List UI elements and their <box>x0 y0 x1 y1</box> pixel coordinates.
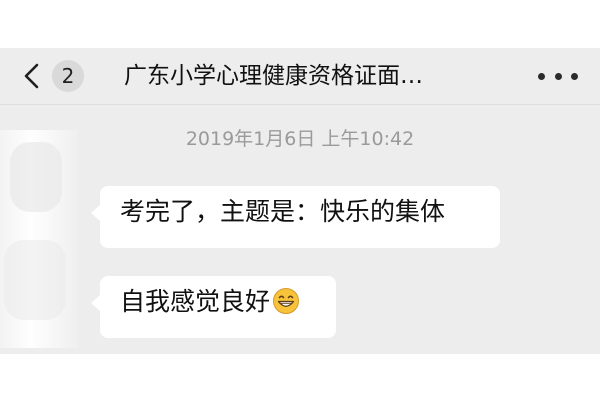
avatar-blur <box>10 142 62 212</box>
unread-count-badge: 2 <box>52 60 84 92</box>
more-options-button[interactable] <box>538 62 578 90</box>
more-dots-icon <box>538 72 545 80</box>
message-bubble[interactable]: 考完了，主题是：快乐的集体 <box>91 186 500 248</box>
more-dots-icon <box>554 72 562 80</box>
message-bubble[interactable]: 自我感觉良好 <box>91 276 336 338</box>
chat-screen: 2 广东小学心理健康资格证面… 2019年1月6日 上午10:42 考完了，主题… <box>0 0 600 400</box>
message-text: 考完了，主题是：快乐的集体 <box>120 197 446 226</box>
message-text: 自我感觉良好 <box>120 287 271 316</box>
chat-title: 广东小学心理健康资格证面… <box>124 63 423 89</box>
message-timestamp: 2019年1月6日 上午10:42 <box>185 128 415 150</box>
chat-nav-bar: 2 广东小学心理健康资格证面… <box>0 48 600 105</box>
chevron-left-icon <box>18 61 44 91</box>
avatar[interactable] <box>0 130 78 348</box>
avatar-blur <box>4 240 66 320</box>
grinning-face-icon <box>272 287 300 315</box>
more-dots-icon <box>571 72 578 80</box>
back-button[interactable]: 2 <box>18 58 96 94</box>
